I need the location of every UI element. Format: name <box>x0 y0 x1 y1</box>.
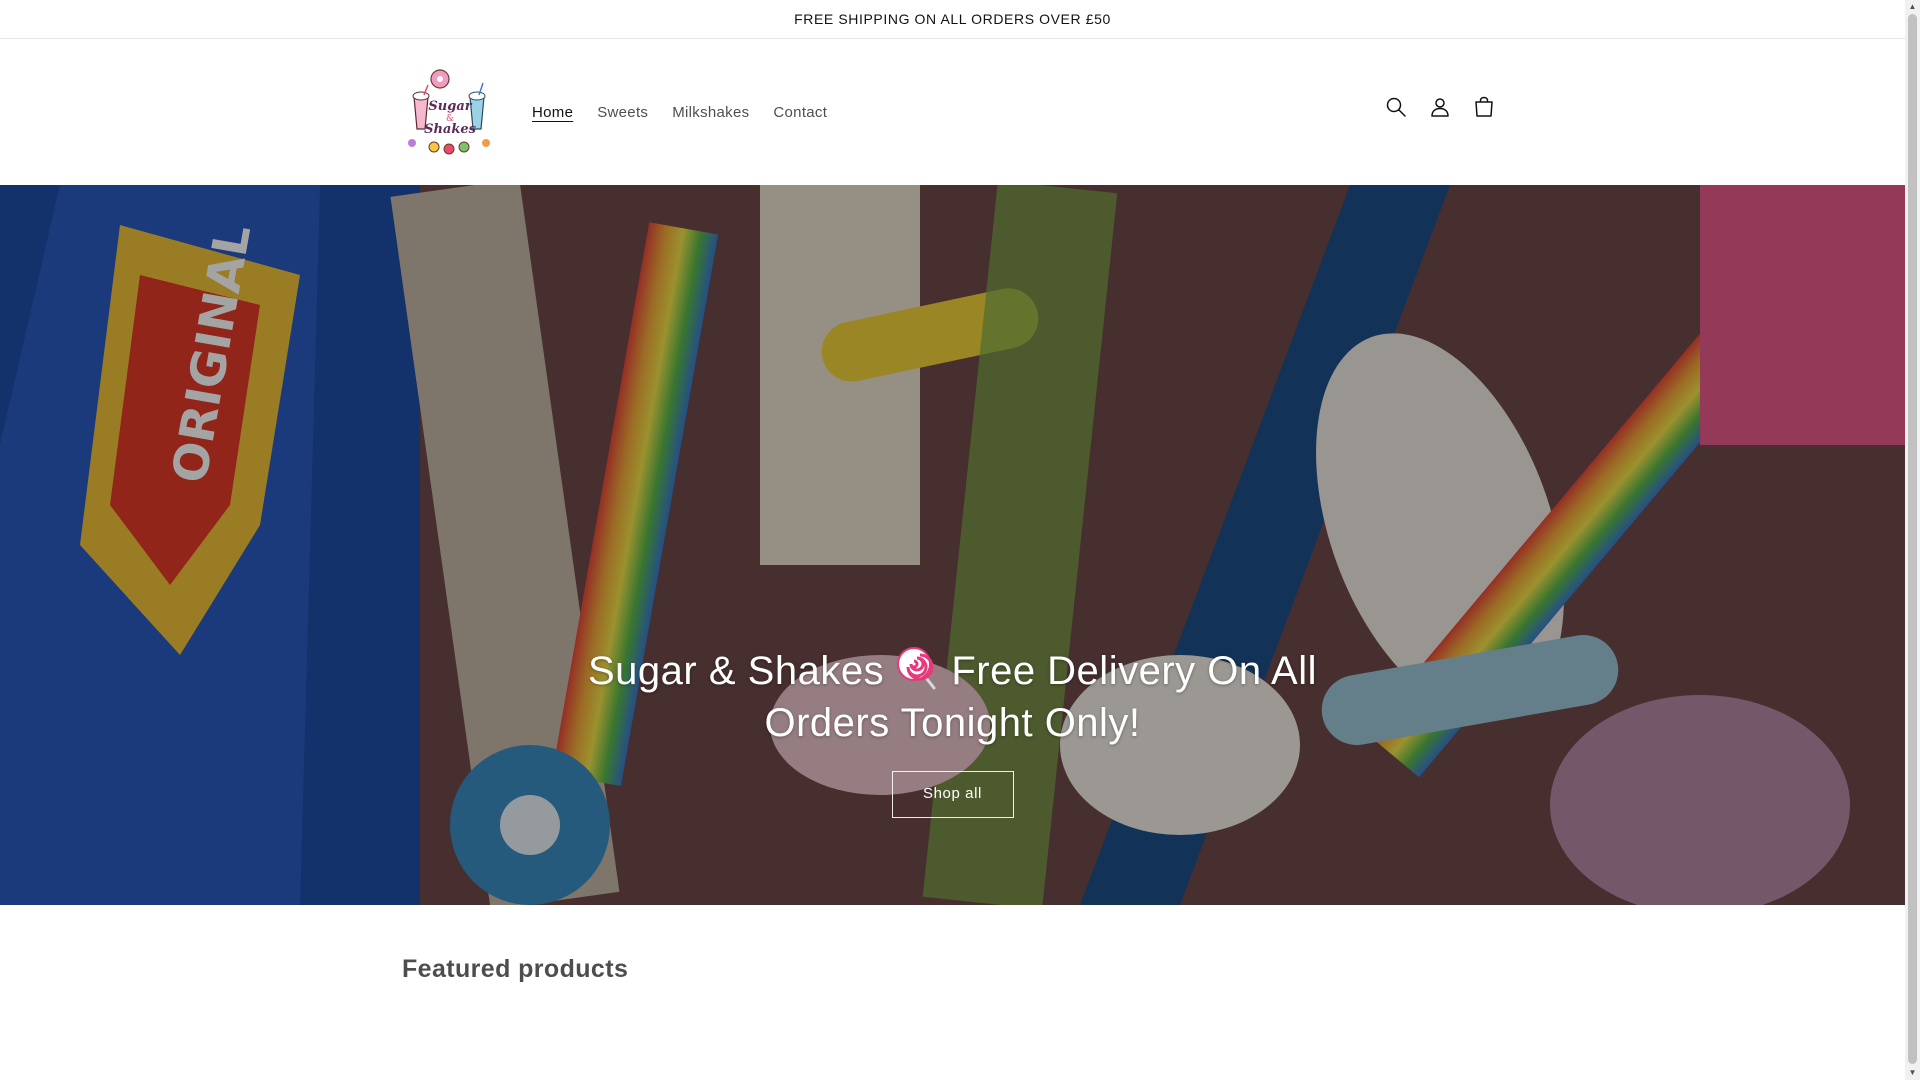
nav-home[interactable]: Home <box>520 96 585 129</box>
scroll-down-arrow-icon[interactable]: ▼ <box>1908 1068 1917 1078</box>
hero-title-brand: Sugar & Shakes <box>588 649 885 693</box>
nav-sweets[interactable]: Sweets <box>585 96 660 129</box>
header-icons <box>1378 89 1502 125</box>
store-logo[interactable]: Sugar & Shakes <box>404 67 494 157</box>
svg-text:Shakes: Shakes <box>424 122 477 137</box>
page-scrollbar[interactable]: ▲ ▼ <box>1905 0 1920 1080</box>
hero-content: Sugar & Shakes Free Delivery On All Orde… <box>0 645 1905 818</box>
account-icon <box>1431 98 1449 117</box>
announcement-bar: FREE SHIPPING ON ALL ORDERS OVER £50 <box>0 0 1905 39</box>
search-button[interactable] <box>1378 89 1414 125</box>
announcement-text: FREE SHIPPING ON ALL ORDERS OVER £50 <box>794 11 1111 27</box>
svg-text:Sugar: Sugar <box>428 99 472 114</box>
hero-banner: ORIGINAL Sugar & Shakes Free Delivery On… <box>0 185 1905 905</box>
account-button[interactable] <box>1422 89 1458 125</box>
nav-milkshakes[interactable]: Milkshakes <box>660 96 761 129</box>
site-header: Sugar & Shakes Home Sweets Milkshakes Co… <box>0 39 1905 185</box>
cart-button[interactable] <box>1466 89 1502 125</box>
scroll-up-arrow-icon[interactable]: ▲ <box>1908 2 1917 12</box>
nav-contact[interactable]: Contact <box>761 96 839 129</box>
search-icon <box>1386 97 1406 117</box>
logo-image: Sugar & Shakes <box>408 69 490 155</box>
main-nav: Home Sweets Milkshakes Contact <box>520 96 839 129</box>
lollipop-icon <box>896 647 936 690</box>
cart-icon <box>1475 96 1493 117</box>
featured-products-heading: Featured products <box>402 955 629 983</box>
scroll-thumb[interactable] <box>1908 14 1917 1064</box>
hero-title: Sugar & Shakes Free Delivery On All Orde… <box>543 645 1363 749</box>
shop-all-button[interactable]: Shop all <box>891 771 1014 818</box>
